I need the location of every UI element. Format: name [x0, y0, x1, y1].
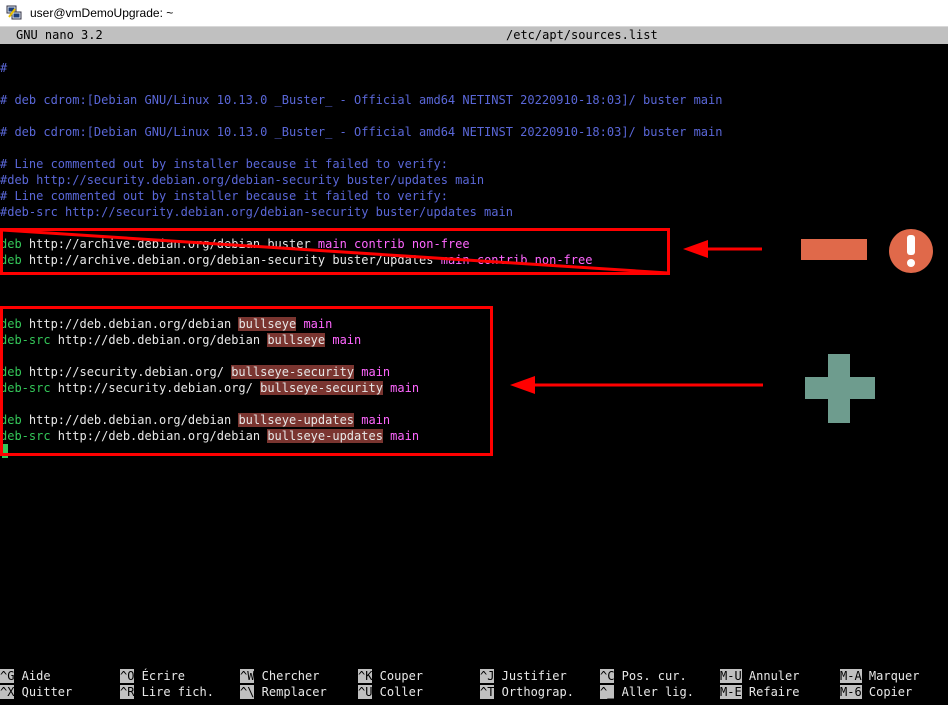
shortcut-justifier[interactable]: ^J Justifier: [480, 668, 567, 684]
shortcut-chercher[interactable]: ^W Chercher: [240, 668, 319, 684]
shortcut-lire-fich[interactable]: ^R Lire fich.: [120, 684, 214, 700]
annotation-overlay: [1, 228, 933, 423]
shortcut-orthograp[interactable]: ^T Orthograp.: [480, 684, 574, 700]
shortcut-quitter[interactable]: ^X Quitter: [0, 684, 72, 700]
minus-icon: [801, 239, 867, 260]
shortcut-couper[interactable]: ^K Couper: [358, 668, 423, 684]
exclamation-icon: [889, 229, 933, 273]
shortcut-aide[interactable]: ^G Aide: [0, 668, 51, 684]
shortcut-coller[interactable]: ^U Coller: [358, 684, 423, 700]
shortcut-remplacer[interactable]: ^\ Remplacer: [240, 684, 327, 700]
shortcut-marquer[interactable]: M-A Marquer: [840, 668, 919, 684]
strike-through-line: [1, 228, 669, 275]
shortcut-ecrire[interactable]: ^O Écrire: [120, 668, 185, 684]
shortcut-copier[interactable]: M-6 Copier: [840, 684, 912, 700]
shortcut-bar: ^G Aide ^O Écrire ^W Chercher ^K Couper …: [0, 668, 948, 702]
shortcut-annuler[interactable]: M-U Annuler: [720, 668, 799, 684]
arrow-left-icon: [683, 240, 762, 258]
plus-icon: [805, 354, 875, 423]
shortcut-aller-lig[interactable]: ^_ Aller lig.: [600, 684, 694, 700]
shortcut-pos-cur[interactable]: ^C Pos. cur.: [600, 668, 687, 684]
shortcut-refaire[interactable]: M-E Refaire: [720, 684, 799, 700]
arrow-left-icon: [510, 376, 763, 394]
